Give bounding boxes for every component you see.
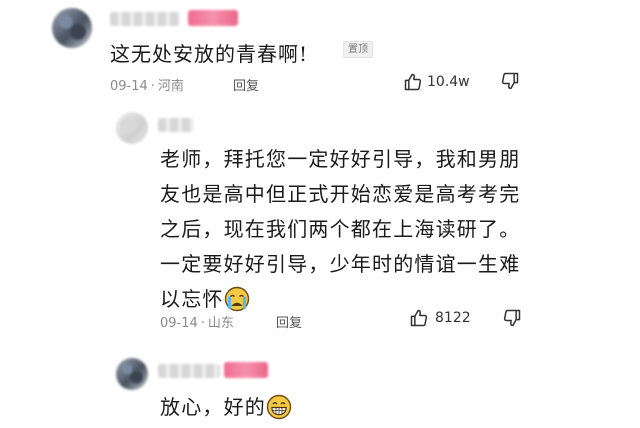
username-badge-blurred <box>188 10 238 26</box>
thumbs-down-icon <box>501 72 519 90</box>
reply-button[interactable]: 回复 <box>233 75 259 94</box>
dislike-button[interactable] <box>500 71 520 95</box>
avatar[interactable] <box>116 358 148 390</box>
comment-location: 河南 <box>157 79 184 94</box>
avatar[interactable] <box>52 8 92 48</box>
like-button[interactable]: 10.4w <box>403 72 470 92</box>
comment-meta: 09-14 · 河南 <box>110 75 184 94</box>
comment-date: 09-14 <box>110 79 148 94</box>
dislike-button[interactable] <box>502 308 522 332</box>
comment-date: 09-14 <box>160 316 198 331</box>
thumbs-up-icon <box>410 309 428 327</box>
username-badge-blurred <box>224 362 268 378</box>
meta-separator: · <box>150 79 155 94</box>
like-button[interactable]: 8122 <box>409 308 471 328</box>
reply-button[interactable]: 回复 <box>276 312 302 331</box>
grinning-face-icon <box>266 394 292 428</box>
meta-separator: · <box>200 316 205 331</box>
like-count: 10.4w <box>427 74 470 90</box>
comment-meta: 09-14 · 山东 <box>160 312 234 331</box>
comment-text: 这无处安放的青春啊! <box>110 42 309 66</box>
thumbs-down-icon <box>503 309 521 327</box>
comment-text: 放心，好的 <box>160 392 535 428</box>
comment-location: 山东 <box>207 316 234 331</box>
thumbs-up-icon <box>404 73 422 91</box>
username-blurred[interactable] <box>158 118 194 132</box>
username-blurred[interactable] <box>158 364 220 378</box>
avatar[interactable] <box>116 112 148 144</box>
comment-text: 老师，拜托您一定好好引导，我和男朋友也是高中但正式开始恋爱是高考考完之后，现在我… <box>160 142 535 323</box>
like-count: 8122 <box>435 310 471 326</box>
pinned-badge: 置顶 <box>343 41 373 58</box>
username-blurred[interactable] <box>110 12 180 26</box>
